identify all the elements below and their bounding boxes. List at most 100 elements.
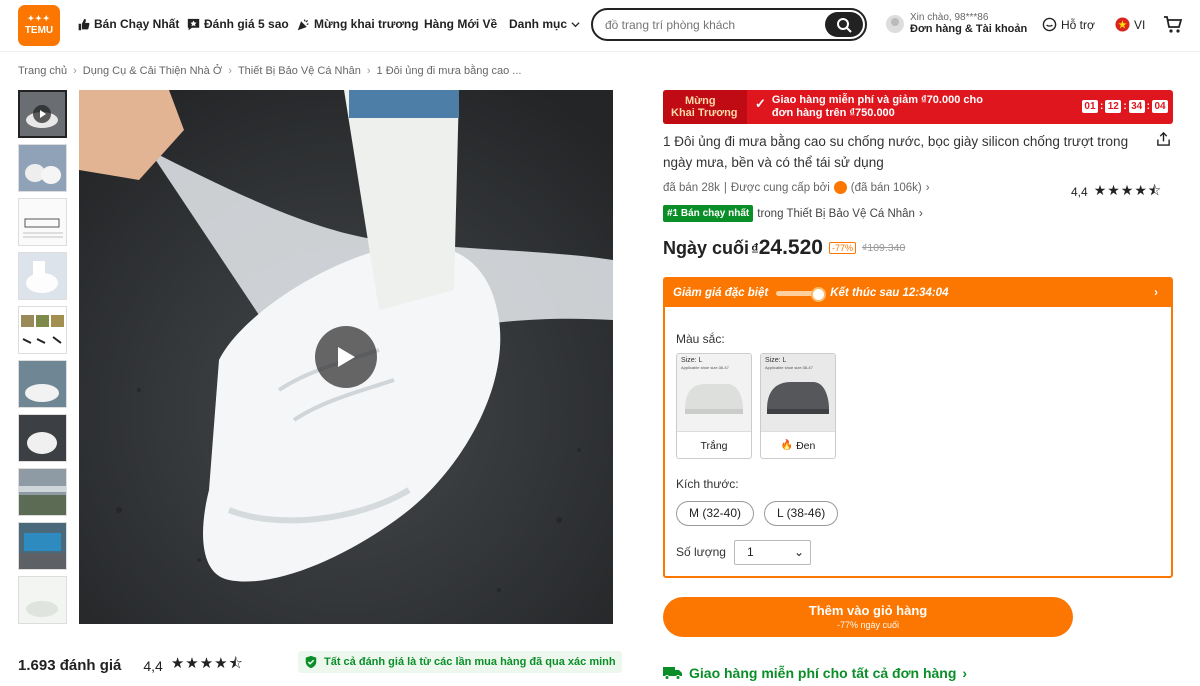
deal-progress-bar: [776, 286, 827, 302]
promo-banner[interactable]: Mừng Khai Trương ✓ Giao hàng miễn phí và…: [663, 90, 1173, 124]
color-option-black[interactable]: Size: L Applicable shoe size:38-47 🔥 Đen: [760, 353, 836, 459]
search-bar: [591, 8, 867, 41]
special-deal-header[interactable]: Giảm giá đặc biệt Kết thúc sau 12:34:04 …: [665, 279, 1171, 307]
size-label: Kích thước:: [676, 477, 739, 491]
top-header: ✦✦✦ TEMU Bán Chạy Nhất Đánh giá 5 sao Mừ…: [0, 0, 1200, 52]
nav-label: Danh mục: [509, 17, 568, 31]
thumbnail-list: [18, 90, 68, 630]
color-option-white[interactable]: Size: L Applicable shoe size:38-47 Trắng: [676, 353, 752, 459]
thumbnail-image[interactable]: [18, 522, 67, 570]
deal-options-panel: Giảm giá đặc biệt Kết thúc sau 12:34:04 …: [663, 277, 1173, 578]
cart-icon[interactable]: [1163, 15, 1183, 34]
temu-logo[interactable]: ✦✦✦ TEMU: [18, 5, 60, 46]
product-rating[interactable]: 4,4 ★★★★⯪: [1071, 180, 1162, 204]
thumbnail-image[interactable]: [18, 360, 67, 408]
thumbnail-image[interactable]: [18, 198, 67, 246]
color-swatch-image: Size: L Applicable shoe size:38-47: [761, 354, 835, 431]
product-meta: đã bán 28k | Được cung cấp bởi (đã bán 1…: [663, 181, 930, 194]
chevron-right-icon[interactable]: ›: [1147, 284, 1165, 302]
breadcrumb-current: 1 Đôi ủng đi mưa bằng cao ...: [376, 65, 522, 77]
seller-sold-count: (đã bán 106k): [850, 181, 922, 194]
thumbnail-image[interactable]: [18, 414, 67, 462]
promo-line2: đơn hàng trên ₫750.000: [771, 107, 895, 119]
best-seller-badge: #1 Bán chạy nhất: [663, 205, 754, 222]
promo-line1: Giao hàng miễn phí và giảm ₫70.000 cho: [771, 94, 983, 106]
swatch-size-text: Size: L: [765, 357, 787, 364]
discount-badge: -77%: [828, 242, 856, 254]
search-button[interactable]: [825, 12, 863, 37]
support-link[interactable]: Hỗ trợ: [1042, 17, 1095, 32]
rating-stars: ★★★★⯪: [1093, 182, 1163, 198]
promo-tag-line2: Khai Trương: [671, 107, 738, 119]
nav-grand-opening[interactable]: Mừng khai trương: [297, 17, 419, 31]
breadcrumb-category[interactable]: Dụng Cụ & Cải Thiện Nhà Ở: [83, 65, 222, 77]
best-seller-category: trong Thiết Bị Bảo Vệ Cá Nhân: [757, 207, 915, 220]
thumbnail-image[interactable]: [18, 468, 67, 516]
timer-minutes: 34: [1128, 100, 1145, 113]
breadcrumb-home[interactable]: Trang chủ: [18, 65, 67, 77]
thumbnail-video[interactable]: [18, 90, 67, 138]
logo-text: TEMU: [24, 25, 54, 36]
swatch-size-text: Size: L: [681, 357, 703, 364]
countdown-timer: 01: 12: 34: 04: [1081, 100, 1168, 113]
product-rating-value: 4,4: [1071, 185, 1088, 199]
thumbnail-image[interactable]: [18, 144, 67, 192]
avatar: [886, 14, 904, 33]
add-to-cart-button[interactable]: Thêm vào giỏ hàng -77% ngày cuối: [663, 597, 1073, 637]
best-seller-row[interactable]: #1 Bán chạy nhất trong Thiết Bị Bảo Vệ C…: [663, 205, 923, 222]
color-swatch-image: Size: L Applicable shoe size:38-47: [677, 354, 751, 431]
promo-message: ✓ Giao hàng miễn phí và giảm ₫70.000 cho…: [755, 94, 983, 120]
search-icon: [837, 17, 852, 33]
breadcrumb-separator: ›: [73, 65, 77, 77]
chevron-right-icon[interactable]: ›: [926, 182, 930, 194]
nav-best-sellers[interactable]: Bán Chạy Nhất: [77, 17, 179, 31]
quantity-select[interactable]: 1 ⌄: [734, 540, 811, 565]
thumbnail-image[interactable]: [18, 252, 67, 300]
free-shipping-link[interactable]: Giao hàng miễn phí cho tất cả đơn hàng ›: [663, 665, 967, 681]
nav-label: Mừng khai trương: [314, 17, 419, 31]
timer-separator: :: [1099, 101, 1104, 112]
size-option-m[interactable]: M (32-40): [676, 501, 755, 526]
thumbnail-image[interactable]: [18, 576, 67, 624]
review-summary[interactable]: 1.693 đánh giá 4,4 ★★★★⯪: [18, 653, 244, 678]
timer-hours: 12: [1105, 100, 1122, 113]
account-menu[interactable]: Xin chào, 98***86 Đơn hàng & Tài khoản: [886, 12, 1027, 35]
language-selector[interactable]: VI: [1115, 17, 1145, 32]
current-price: 24.520: [758, 236, 823, 259]
seller-logo[interactable]: [833, 181, 847, 194]
checkmark-icon: ✓: [755, 96, 766, 111]
free-shipping-text: Giao hàng miễn phí cho tất cả đơn hàng: [689, 665, 957, 681]
original-price: ₫109.340: [861, 242, 906, 254]
nav-categories[interactable]: Danh mục: [509, 17, 580, 31]
main-product-image[interactable]: [79, 90, 613, 624]
chevron-down-icon: ⌄: [793, 545, 804, 559]
size-option-l[interactable]: L (38-46): [764, 501, 839, 526]
account-greeting: Xin chào, 98***86: [910, 12, 989, 23]
add-to-cart-sublabel: -77% ngày cuối: [836, 620, 900, 630]
currency-symbol: ₫: [751, 241, 759, 258]
price-label: Ngày cuối: [663, 238, 750, 258]
nav-new-arrivals[interactable]: Hàng Mới Về: [424, 17, 497, 31]
party-popper-icon: [297, 18, 309, 30]
account-label: Đơn hàng & Tài khoản: [910, 23, 1028, 35]
sold-count: đã bán 28k: [663, 181, 720, 194]
meta-divider: |: [723, 181, 727, 194]
play-icon: [338, 347, 355, 367]
timer-days: 01: [1081, 100, 1098, 113]
delivery-truck-icon: [663, 667, 682, 680]
share-icon[interactable]: [1156, 131, 1171, 147]
quantity-value: 1: [747, 545, 754, 559]
quantity-label: Số lượng: [676, 545, 726, 559]
video-play-button[interactable]: [315, 326, 377, 388]
breadcrumb-subcategory[interactable]: Thiết Bị Bảo Vệ Cá Nhân: [238, 65, 361, 77]
verified-reviews-notice: Tất cả đánh giá là từ các lần mua hàng đ…: [298, 651, 622, 673]
search-input[interactable]: [605, 16, 825, 34]
flame-icon: 🔥: [780, 440, 794, 451]
review-rating: 4,4: [143, 657, 163, 674]
promo-tag-line1: Mừng: [685, 95, 716, 107]
price-row: Ngày cuối ₫ 24.520 -77% ₫109.340: [663, 236, 905, 260]
thumbnail-image[interactable]: [18, 306, 67, 354]
nav-five-star[interactable]: Đánh giá 5 sao: [187, 17, 289, 31]
breadcrumb: Trang chủ › Dụng Cụ & Cải Thiện Nhà Ở › Thiế…: [18, 65, 521, 77]
chevron-right-icon: ›: [918, 207, 923, 220]
